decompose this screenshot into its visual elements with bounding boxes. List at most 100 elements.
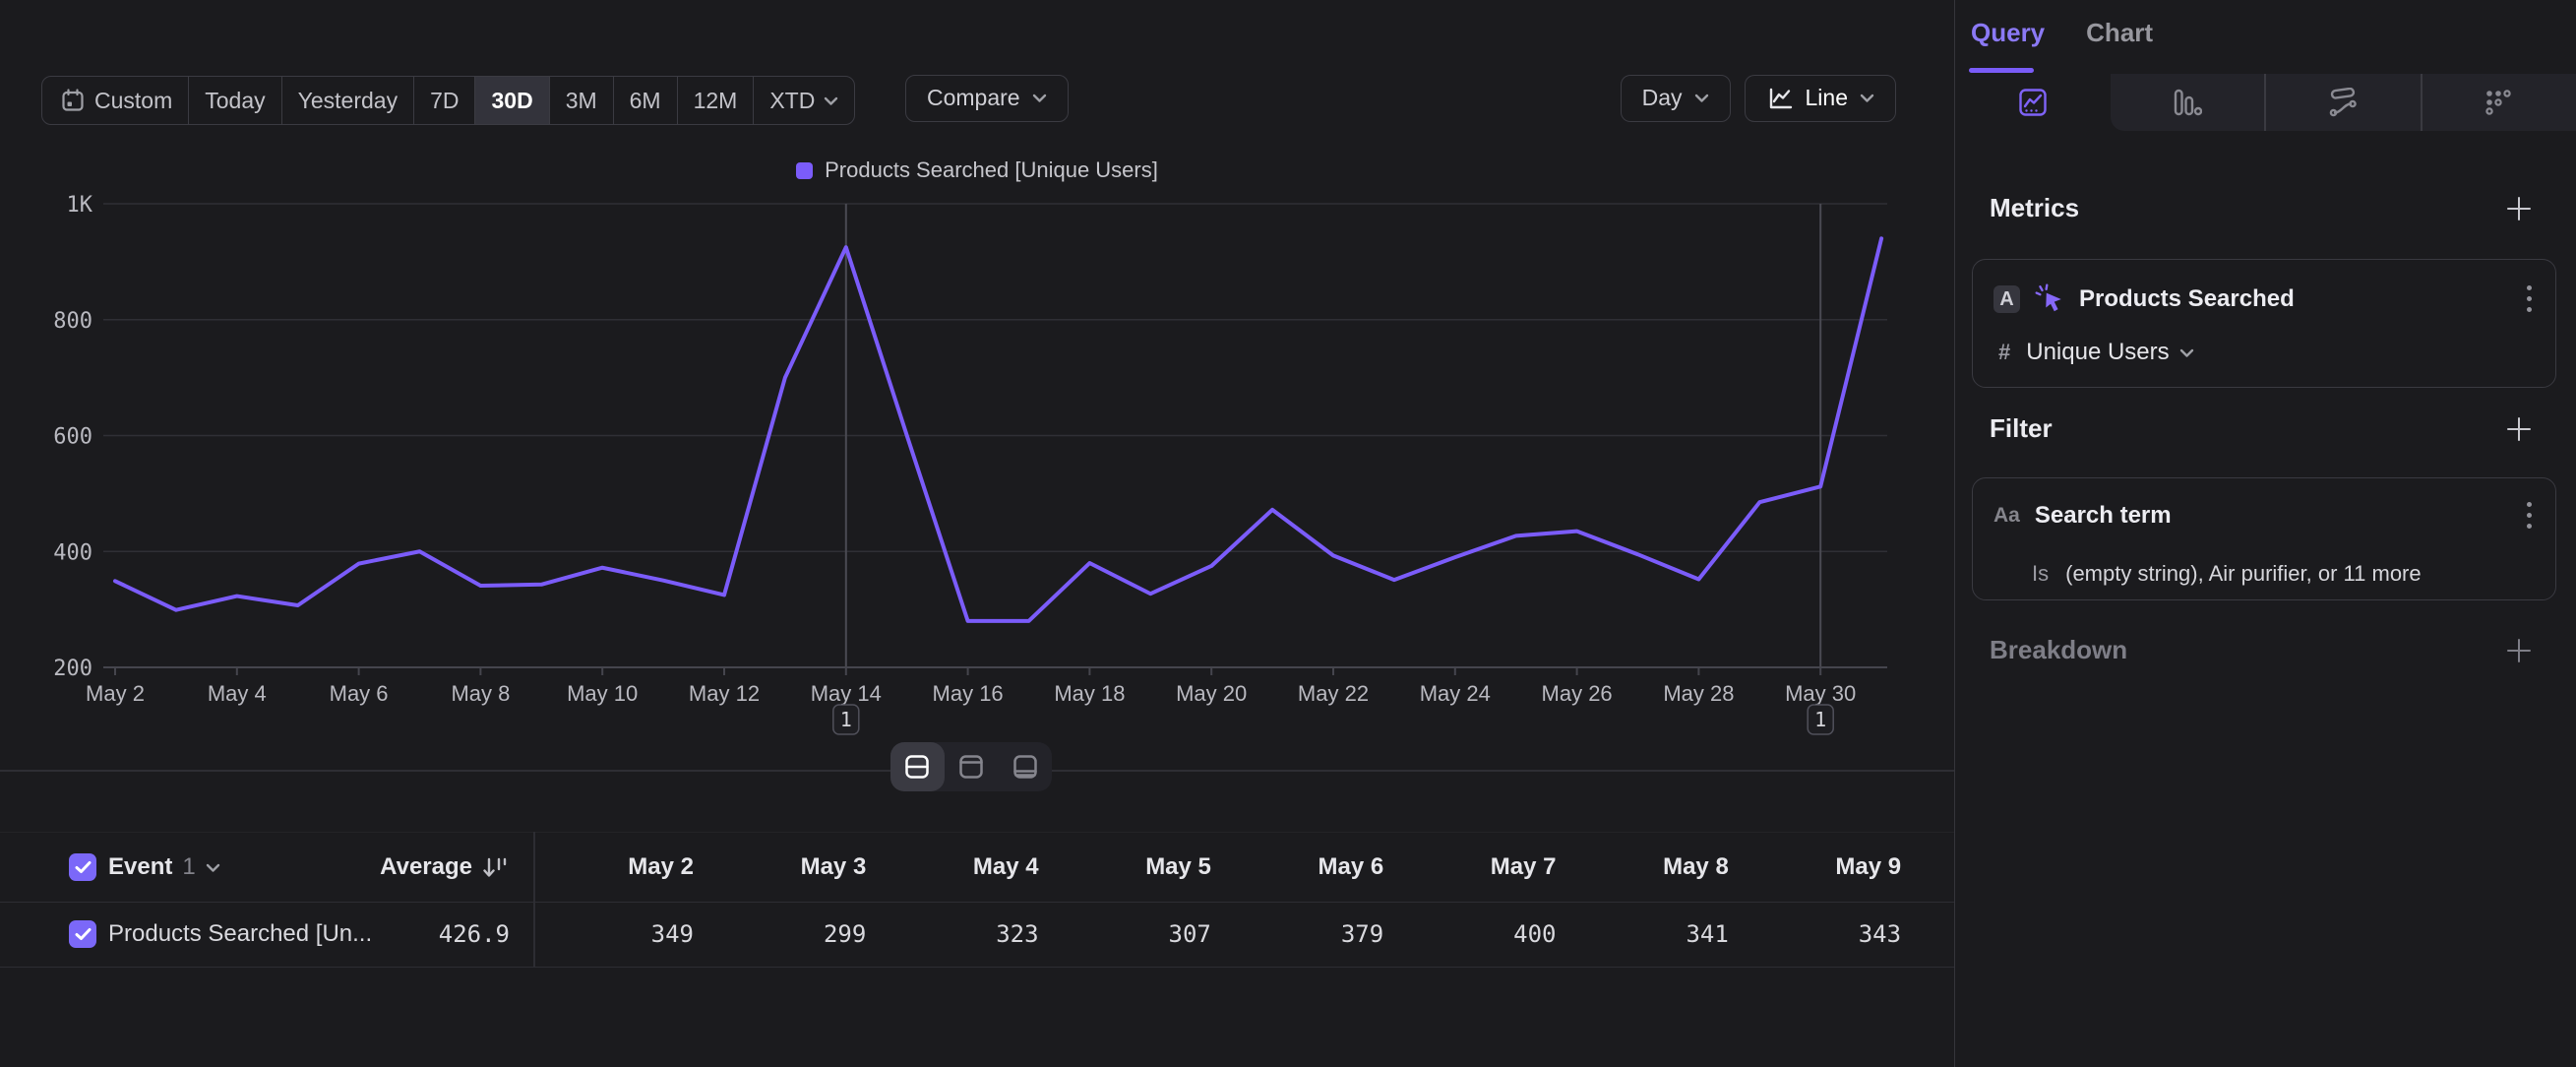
y-axis-tick-label: 200 xyxy=(53,657,92,681)
flow-tab-icon[interactable] xyxy=(2328,88,2358,117)
granularity-dropdown[interactable]: Day xyxy=(1621,75,1731,122)
query-panel: Query Chart Me xyxy=(1954,0,2576,1067)
insights-line-tab-icon[interactable] xyxy=(2018,88,2048,117)
split-view-icon xyxy=(903,753,931,781)
metric-card[interactable]: A Products Searched # Unique Users xyxy=(1972,259,2556,388)
dot-grid-tab-icon[interactable] xyxy=(2484,88,2513,117)
x-axis-tick-label: May 28 xyxy=(1663,681,1734,706)
date-cell-value: 349 xyxy=(521,920,694,948)
date-cell-value: 400 xyxy=(1384,920,1557,948)
tab-query[interactable]: Query xyxy=(1971,18,2045,48)
range-custom[interactable]: Custom xyxy=(42,77,188,124)
view-table-only-button[interactable] xyxy=(998,742,1052,791)
x-axis-tick-label: May 8 xyxy=(451,681,510,706)
x-axis-tick-label: May 20 xyxy=(1176,681,1247,706)
table-only-icon xyxy=(1012,753,1039,781)
x-axis-tick-label: May 24 xyxy=(1420,681,1491,706)
annotation-badge-label: 1 xyxy=(1814,708,1826,731)
active-tab-underline xyxy=(1969,68,2034,73)
average-column-header[interactable]: Average xyxy=(285,853,508,881)
add-metric-button[interactable] xyxy=(2504,194,2534,223)
add-filter-button[interactable] xyxy=(2504,414,2534,444)
sort-descending-icon xyxy=(481,854,508,881)
view-split-button[interactable] xyxy=(890,742,945,791)
y-axis-tick-label: 600 xyxy=(53,425,92,450)
y-axis-tick-label: 1K xyxy=(67,193,93,218)
check-icon xyxy=(75,860,92,874)
filter-value[interactable]: (empty string), Air purifier, or 11 more xyxy=(2065,561,2422,587)
date-column-header[interactable]: May 9 xyxy=(1729,853,1901,881)
y-axis-tick-label: 400 xyxy=(53,540,92,565)
x-axis-tick-label: May 10 xyxy=(567,681,638,706)
filter-operator[interactable]: Is xyxy=(2032,561,2049,587)
metric-event-name: Products Searched xyxy=(2079,285,2295,313)
x-axis-tick-label: May 14 xyxy=(811,681,882,706)
range-12m[interactable]: 12M xyxy=(677,77,754,124)
view-chart-only-button[interactable] xyxy=(945,742,999,791)
range-30d[interactable]: 30D xyxy=(474,77,548,124)
chevron-down-icon xyxy=(1694,93,1709,103)
report-canvas: Custom Today Yesterday 7D 30D 3M 6M 12M … xyxy=(0,0,1954,1067)
date-column-header[interactable]: May 2 xyxy=(521,853,694,881)
date-cell-value: 307 xyxy=(1039,920,1211,948)
toolbar: Custom Today Yesterday 7D 30D 3M 6M 12M … xyxy=(41,76,1913,123)
compare-button[interactable]: Compare xyxy=(905,75,1069,122)
series-checkbox[interactable] xyxy=(69,920,96,948)
x-axis-tick-label: May 18 xyxy=(1054,681,1125,706)
date-cell-value: 341 xyxy=(1557,920,1729,948)
date-column-header[interactable]: May 7 xyxy=(1384,853,1557,881)
aggregation-dropdown[interactable]: Unique Users xyxy=(2026,339,2193,366)
range-label: Custom xyxy=(94,88,172,114)
chart-controls: Day Line xyxy=(1621,75,1896,122)
event-count: 1 xyxy=(182,853,195,881)
view-mode-toggle xyxy=(890,742,1052,791)
x-axis-tick-label: May 30 xyxy=(1785,681,1856,706)
x-axis-tick-label: May 6 xyxy=(330,681,389,706)
filter-property-name: Search term xyxy=(2035,502,2172,530)
data-series-line[interactable] xyxy=(115,238,1881,621)
chart-only-icon xyxy=(957,753,985,781)
filter-card[interactable]: Aa Search term Is (empty string), Air pu… xyxy=(1972,477,2556,600)
x-axis-tick-label: May 26 xyxy=(1542,681,1613,706)
chart-type-dropdown[interactable]: Line xyxy=(1745,75,1896,122)
table-header-row: Event 1 Average May 2May 3May 4May 5May … xyxy=(0,832,1954,903)
date-cell-value: 343 xyxy=(1729,920,1901,948)
date-column-header[interactable]: May 6 xyxy=(1211,853,1383,881)
tab-chart[interactable]: Chart xyxy=(2086,18,2153,48)
date-column-header[interactable]: May 5 xyxy=(1039,853,1211,881)
range-today[interactable]: Today xyxy=(188,77,280,124)
cursor-click-icon xyxy=(2034,283,2065,315)
range-6m[interactable]: 6M xyxy=(613,77,677,124)
event-column-header[interactable]: Event 1 xyxy=(108,853,220,881)
chevron-down-icon xyxy=(824,95,838,106)
line-chart[interactable]: 2004006008001KMay 2May 4May 6May 8May 10… xyxy=(0,148,1954,758)
range-xtd[interactable]: XTD xyxy=(753,77,854,124)
add-breakdown-button[interactable] xyxy=(2504,636,2534,665)
date-cell-value: 323 xyxy=(867,920,1039,948)
table-row[interactable]: Products Searched [Un... 426.9 349299323… xyxy=(0,902,1954,968)
bar-chart-tab-icon[interactable] xyxy=(2173,88,2202,117)
chevron-down-icon xyxy=(2179,347,2194,358)
date-column-header[interactable]: May 3 xyxy=(694,853,866,881)
annotation-badge-label: 1 xyxy=(840,708,852,731)
filter-menu-button[interactable] xyxy=(2527,502,2532,529)
calendar-icon xyxy=(60,88,86,113)
chevron-down-icon xyxy=(206,862,220,873)
series-average-value: 426.9 xyxy=(325,920,510,948)
range-3m[interactable]: 3M xyxy=(549,77,613,124)
date-column-header[interactable]: May 8 xyxy=(1557,853,1729,881)
metric-menu-button[interactable] xyxy=(2527,285,2532,312)
chevron-down-icon xyxy=(1860,93,1874,103)
chevron-down-icon xyxy=(1032,93,1047,103)
x-axis-tick-label: May 22 xyxy=(1298,681,1369,706)
range-yesterday[interactable]: Yesterday xyxy=(281,77,413,124)
date-range-picker: Custom Today Yesterday 7D 30D 3M 6M 12M … xyxy=(41,76,855,125)
filter-heading: Filter xyxy=(1990,413,2053,444)
line-chart-icon xyxy=(1766,85,1794,112)
check-icon xyxy=(75,927,92,941)
select-all-checkbox[interactable] xyxy=(69,853,96,881)
date-column-header[interactable]: May 4 xyxy=(867,853,1039,881)
date-cell-value: 379 xyxy=(1211,920,1383,948)
range-7d[interactable]: 7D xyxy=(413,77,474,124)
x-axis-tick-label: May 12 xyxy=(689,681,760,706)
